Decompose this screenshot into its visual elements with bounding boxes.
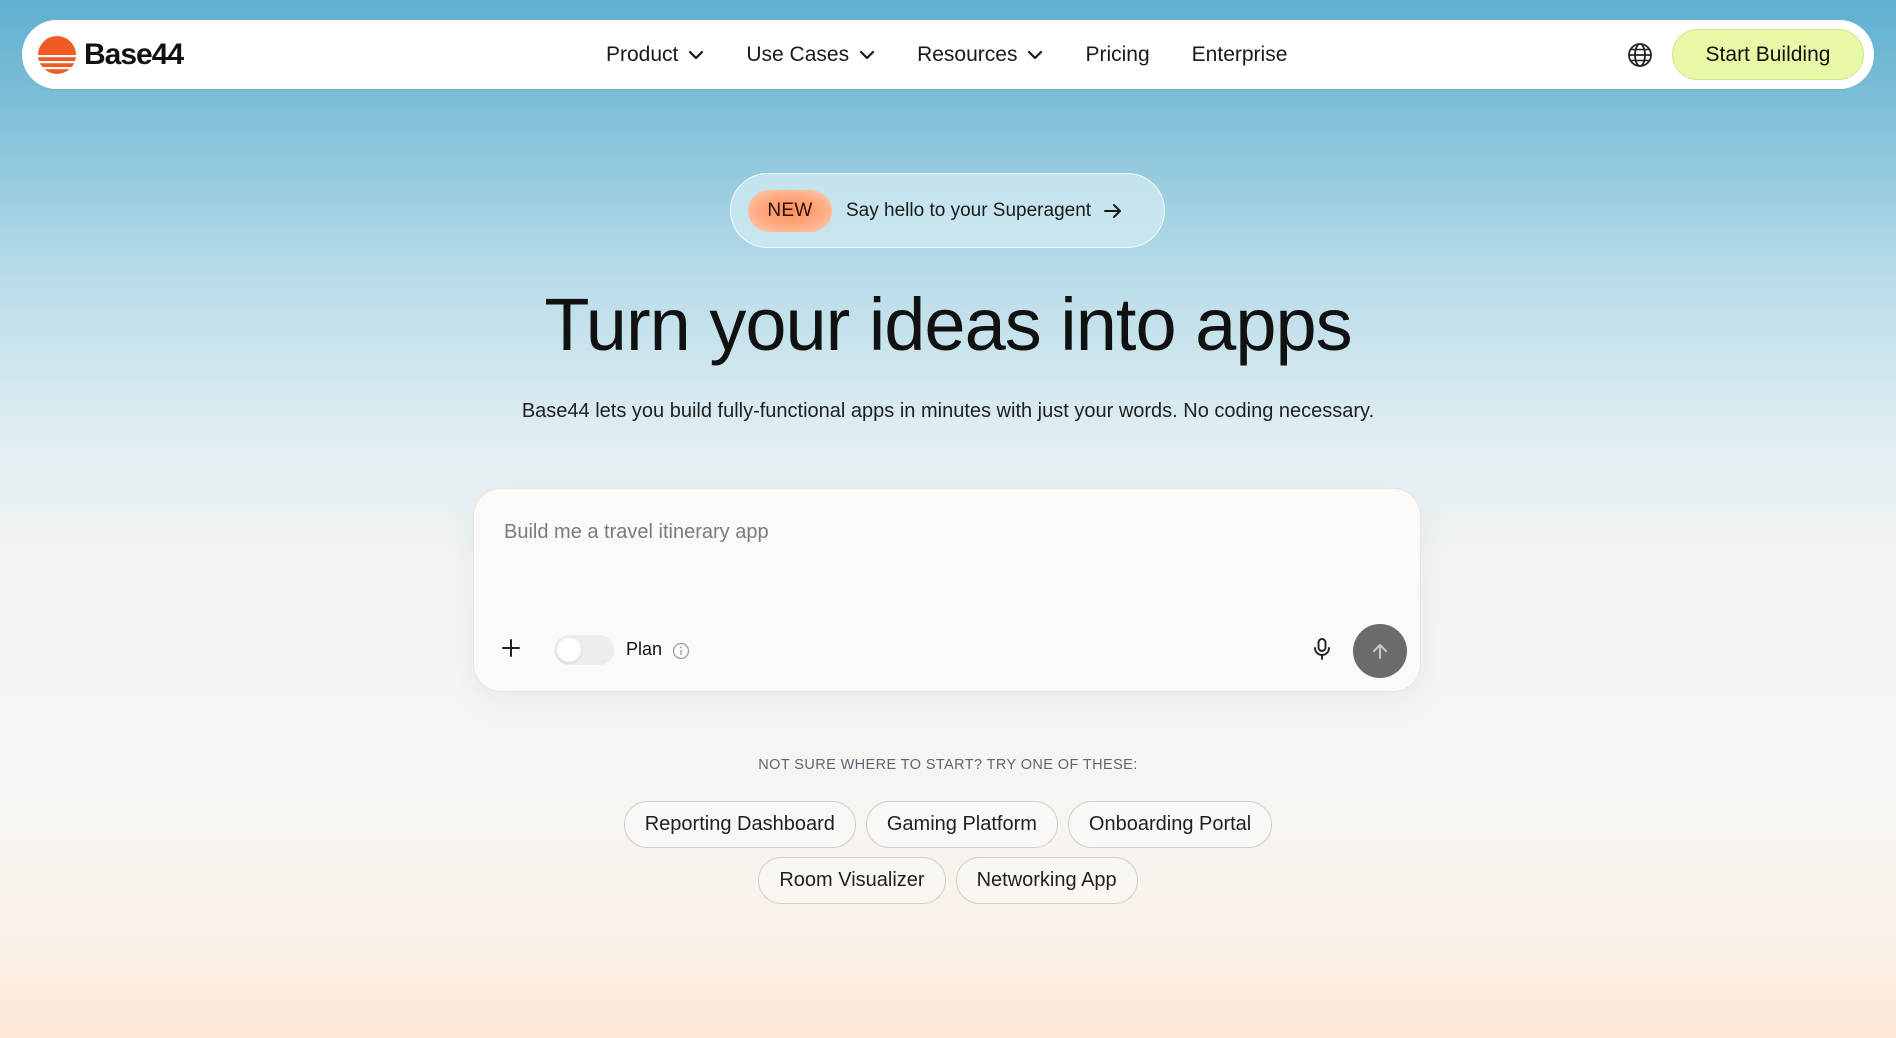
info-icon[interactable] [672, 642, 690, 660]
nav-item-label: Resources [917, 42, 1018, 66]
chevron-down-icon [859, 50, 875, 59]
logo-sun-icon [38, 36, 76, 74]
nav-item-resources[interactable]: Resources [917, 43, 1043, 67]
nav-item-pricing[interactable]: Pricing [1085, 43, 1149, 67]
globe-icon[interactable] [1626, 41, 1654, 69]
microphone-icon[interactable] [1311, 637, 1333, 661]
chevron-down-icon [689, 50, 704, 59]
nav-links: Product Use Cases Resources Pricing Ente… [606, 20, 1329, 89]
plus-icon[interactable] [500, 637, 522, 659]
toggle-knob [557, 638, 581, 662]
suggestions-heading: NOT SURE WHERE TO START? TRY ONE OF THES… [758, 757, 1138, 773]
suggestion-chip-gaming-platform[interactable]: Gaming Platform [865, 801, 1058, 848]
suggestion-chip-onboarding-portal[interactable]: Onboarding Portal [1067, 801, 1273, 848]
start-building-button[interactable]: Start Building [1672, 29, 1864, 80]
plan-label: Plan [626, 639, 663, 659]
nav-item-label: Pricing [1085, 42, 1150, 66]
nav-item-label: Use Cases [746, 42, 850, 66]
nav-item-label: Enterprise [1191, 42, 1288, 66]
suggestion-chip-room-visualizer[interactable]: Room Visualizer [758, 857, 946, 904]
prompt-input[interactable] [504, 517, 1384, 547]
suggestion-chip-networking-app[interactable]: Networking App [955, 857, 1138, 904]
hero-title: Turn your ideas into apps [544, 283, 1352, 366]
send-button[interactable] [1353, 624, 1407, 678]
announcement-pill[interactable]: NEW Say hello to your Superagent [730, 173, 1165, 248]
logo[interactable]: Base44 [38, 36, 184, 74]
suggestion-chip-reporting-dashboard[interactable]: Reporting Dashboard [623, 801, 856, 848]
plan-toggle[interactable] [554, 635, 614, 665]
nav-item-enterprise[interactable]: Enterprise [1192, 43, 1288, 67]
logo-text: Base44 [84, 38, 184, 71]
new-badge: NEW [748, 189, 832, 232]
suggestion-row: Reporting Dashboard Gaming Platform Onbo… [0, 801, 1896, 848]
arrow-up-icon [1373, 644, 1387, 659]
suggestion-row: Room Visualizer Networking App [0, 857, 1896, 904]
nav-item-label: Product [606, 42, 679, 66]
prompt-box: Plan [473, 488, 1421, 692]
announcement-text: Say hello to your Superagent [846, 199, 1092, 221]
chevron-down-icon [1028, 50, 1043, 59]
hero-subtitle: Base44 lets you build fully-functional a… [521, 400, 1375, 422]
nav-item-use-cases[interactable]: Use Cases [746, 43, 875, 67]
arrow-right-icon [1104, 203, 1122, 218]
top-navbar: Base44 Product Use Cases Resources Prici… [22, 20, 1874, 89]
nav-item-product[interactable]: Product [606, 43, 704, 67]
